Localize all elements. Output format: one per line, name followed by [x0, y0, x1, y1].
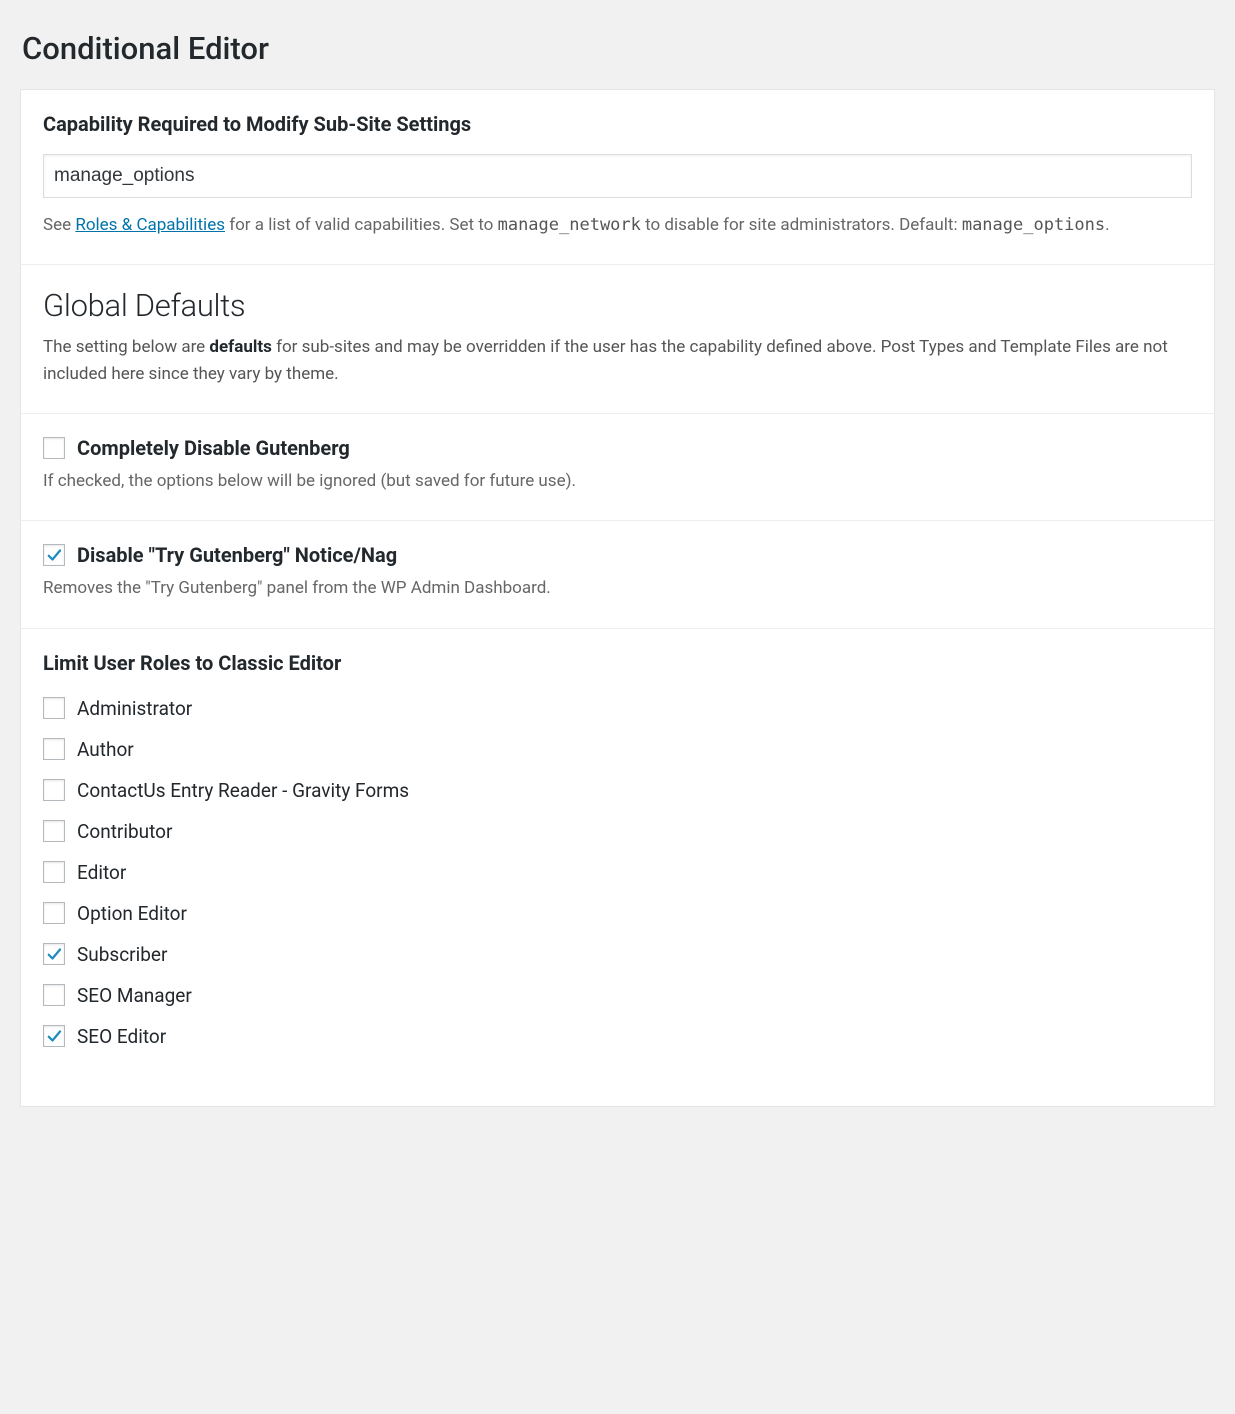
cap-desc-mid2: to disable for site administrators. Defa… — [641, 215, 962, 235]
role-item: Option Editor — [43, 902, 1192, 925]
role-label: SEO Manager — [77, 984, 192, 1007]
role-checkbox[interactable] — [43, 984, 65, 1006]
role-checkbox[interactable] — [43, 820, 65, 842]
role-checkbox[interactable] — [43, 861, 65, 883]
global-sub-bold: defaults — [209, 337, 271, 357]
check-icon — [45, 1027, 63, 1045]
role-label: SEO Editor — [77, 1025, 166, 1048]
disable-gutenberg-desc: If checked, the options below will be ig… — [43, 468, 1192, 494]
role-label: Administrator — [77, 697, 192, 720]
role-label: Subscriber — [77, 943, 167, 966]
disable-gutenberg-label: Completely Disable Gutenberg — [77, 436, 350, 460]
role-label: Author — [77, 738, 134, 761]
role-label: Contributor — [77, 820, 172, 843]
role-checkbox[interactable] — [43, 738, 65, 760]
capability-description: See Roles & Capabilities for a list of v… — [43, 212, 1192, 238]
role-checkbox[interactable] — [43, 697, 65, 719]
role-item: ContactUs Entry Reader - Gravity Forms — [43, 779, 1192, 802]
roles-list: Administrator Author ContactUs Entry Reade… — [43, 697, 1192, 1048]
cap-code-manage-options: manage_options — [962, 215, 1105, 235]
cap-desc-prefix: See — [43, 215, 75, 235]
role-item: Contributor — [43, 820, 1192, 843]
cap-code-manage-network: manage_network — [498, 215, 641, 235]
disable-gutenberg-checkbox[interactable] — [43, 437, 65, 459]
capability-input[interactable] — [43, 154, 1192, 198]
roles-section: Limit User Roles to Classic Editor Admin… — [21, 629, 1214, 1106]
cap-desc-end: . — [1105, 215, 1109, 235]
roles-section-title: Limit User Roles to Classic Editor — [43, 651, 1192, 675]
role-item: Subscriber — [43, 943, 1192, 966]
global-defaults-title: Global Defaults — [43, 287, 1192, 324]
disable-gutenberg-row: Completely Disable Gutenberg If checked,… — [21, 414, 1214, 521]
role-checkbox[interactable] — [43, 943, 65, 965]
disable-nag-label: Disable "Try Gutenberg" Notice/Nag — [77, 543, 397, 567]
role-checkbox[interactable] — [43, 902, 65, 924]
disable-nag-row: Disable "Try Gutenberg" Notice/Nag Remov… — [21, 521, 1214, 628]
role-item: Author — [43, 738, 1192, 761]
capability-section: Capability Required to Modify Sub-Site S… — [21, 90, 1214, 265]
global-defaults-subtitle: The setting below are defaults for sub-s… — [43, 334, 1192, 387]
role-label: ContactUs Entry Reader - Gravity Forms — [77, 779, 409, 802]
role-item: Administrator — [43, 697, 1192, 720]
role-checkbox[interactable] — [43, 779, 65, 801]
check-icon — [45, 546, 63, 564]
global-sub-prefix: The setting below are — [43, 337, 209, 357]
disable-nag-desc: Removes the "Try Gutenberg" panel from t… — [43, 575, 1192, 601]
role-item: SEO Manager — [43, 984, 1192, 1007]
capability-section-title: Capability Required to Modify Sub-Site S… — [43, 112, 1192, 136]
page-title: Conditional Editor — [20, 30, 1215, 67]
roles-capabilities-link[interactable]: Roles & Capabilities — [75, 215, 225, 235]
settings-panel: Capability Required to Modify Sub-Site S… — [20, 89, 1215, 1107]
role-checkbox[interactable] — [43, 1025, 65, 1047]
check-icon — [45, 945, 63, 963]
disable-nag-checkbox[interactable] — [43, 544, 65, 566]
global-defaults-section: Global Defaults The setting below are de… — [21, 265, 1214, 414]
role-label: Option Editor — [77, 902, 187, 925]
role-item: SEO Editor — [43, 1025, 1192, 1048]
role-label: Editor — [77, 861, 126, 884]
cap-desc-mid1: for a list of valid capabilities. Set to — [225, 215, 498, 235]
role-item: Editor — [43, 861, 1192, 884]
